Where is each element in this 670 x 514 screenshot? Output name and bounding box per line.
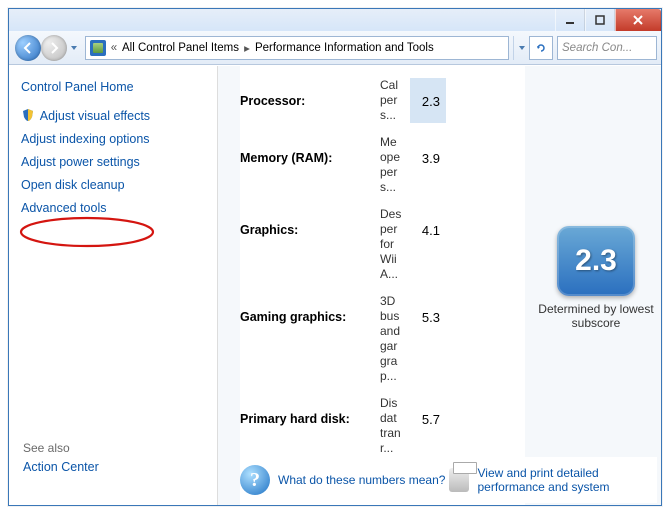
- maximize-button[interactable]: [585, 9, 615, 31]
- printer-icon: [449, 468, 470, 492]
- body: Control Panel Home Adjust visual effects…: [9, 65, 661, 505]
- row-score: 5.3: [410, 294, 446, 384]
- sidebar-link-disk-cleanup[interactable]: Open disk cleanup: [21, 178, 205, 192]
- crumb-prefix: «: [108, 42, 120, 54]
- crumb-performance[interactable]: Performance Information and Tools: [255, 42, 434, 54]
- row-score: 4.1: [410, 207, 446, 282]
- sidebar-link-advanced[interactable]: Advanced tools: [21, 201, 205, 215]
- help-link-numbers[interactable]: ? What do these numbers mean?: [240, 465, 449, 495]
- row-label: Primary hard disk:: [240, 396, 380, 456]
- refresh-button[interactable]: [529, 36, 553, 60]
- row-score: 3.9: [410, 135, 446, 195]
- sidebar: Control Panel Home Adjust visual effects…: [9, 66, 217, 505]
- table-row: Gaming graphics: 3D bus and gar gra p...…: [240, 288, 525, 390]
- nav-back-forward: [9, 35, 81, 61]
- control-panel-icon: [90, 40, 106, 56]
- sidebar-link-label: Adjust visual effects: [40, 109, 150, 123]
- score-table: Processor: Cal per s... 2.3 Memory (RAM)…: [240, 66, 525, 505]
- table-row: Memory (RAM): Me ope per s... 3.9: [240, 129, 525, 201]
- sidebar-link-visual-effects[interactable]: Adjust visual effects: [21, 108, 205, 123]
- base-score-caption: Determined by lowest subscore: [531, 302, 661, 330]
- row-desc: Cal per s...: [380, 78, 410, 123]
- bottom-links: ? What do these numbers mean? View and p…: [240, 457, 657, 503]
- print-link[interactable]: View and print detailed performance and …: [449, 466, 658, 494]
- recent-dropdown[interactable]: [67, 44, 81, 52]
- row-label: Processor:: [240, 78, 380, 123]
- shield-icon: [21, 108, 35, 122]
- address-bar[interactable]: « All Control Panel Items ▸ Performance …: [85, 36, 509, 60]
- row-desc: Me ope per s...: [380, 135, 410, 195]
- row-label: Gaming graphics:: [240, 294, 380, 384]
- row-desc: Des per for Wii A...: [380, 207, 410, 282]
- search-placeholder: Search Con...: [562, 42, 632, 54]
- action-center-link[interactable]: Action Center: [23, 460, 99, 474]
- window: « All Control Panel Items ▸ Performance …: [8, 8, 662, 506]
- sidebar-link-power[interactable]: Adjust power settings: [21, 155, 205, 169]
- close-button[interactable]: [615, 9, 661, 31]
- chevron-right-icon: ▸: [241, 41, 253, 55]
- see-also-label: See also: [23, 441, 70, 455]
- control-panel-home-link[interactable]: Control Panel Home: [21, 80, 205, 94]
- annotation-red-circle: [15, 214, 175, 254]
- forward-button[interactable]: [41, 35, 67, 61]
- search-input[interactable]: Search Con...: [557, 36, 657, 60]
- row-desc: Dis dat tran r...: [380, 396, 410, 456]
- link-text: What do these numbers mean?: [278, 473, 445, 487]
- row-label: Graphics:: [240, 207, 380, 282]
- base-score-badge: 2.3: [557, 226, 635, 296]
- sidebar-link-indexing[interactable]: Adjust indexing options: [21, 132, 205, 146]
- table-row: Graphics: Des per for Wii A... 4.1: [240, 201, 525, 288]
- crumb-all-items[interactable]: All Control Panel Items: [122, 42, 239, 54]
- minimize-button[interactable]: [555, 9, 585, 31]
- address-dropdown[interactable]: [513, 36, 529, 60]
- table-row: Primary hard disk: Dis dat tran r... 5.7: [240, 390, 525, 462]
- row-desc: 3D bus and gar gra p...: [380, 294, 410, 384]
- row-score: 2.3: [410, 78, 446, 123]
- row-label: Memory (RAM):: [240, 135, 380, 195]
- table-row: Processor: Cal per s... 2.3: [240, 72, 525, 129]
- navbar: « All Control Panel Items ▸ Performance …: [9, 31, 661, 65]
- row-score: 5.7: [410, 396, 446, 456]
- base-score-panel: 2.3 Determined by lowest subscore: [531, 66, 661, 505]
- link-text: View and print detailed performance and …: [477, 466, 657, 494]
- content: Processor: Cal per s... 2.3 Memory (RAM)…: [218, 66, 661, 505]
- help-icon: ?: [240, 465, 270, 495]
- back-button[interactable]: [15, 35, 41, 61]
- titlebar: [9, 9, 661, 31]
